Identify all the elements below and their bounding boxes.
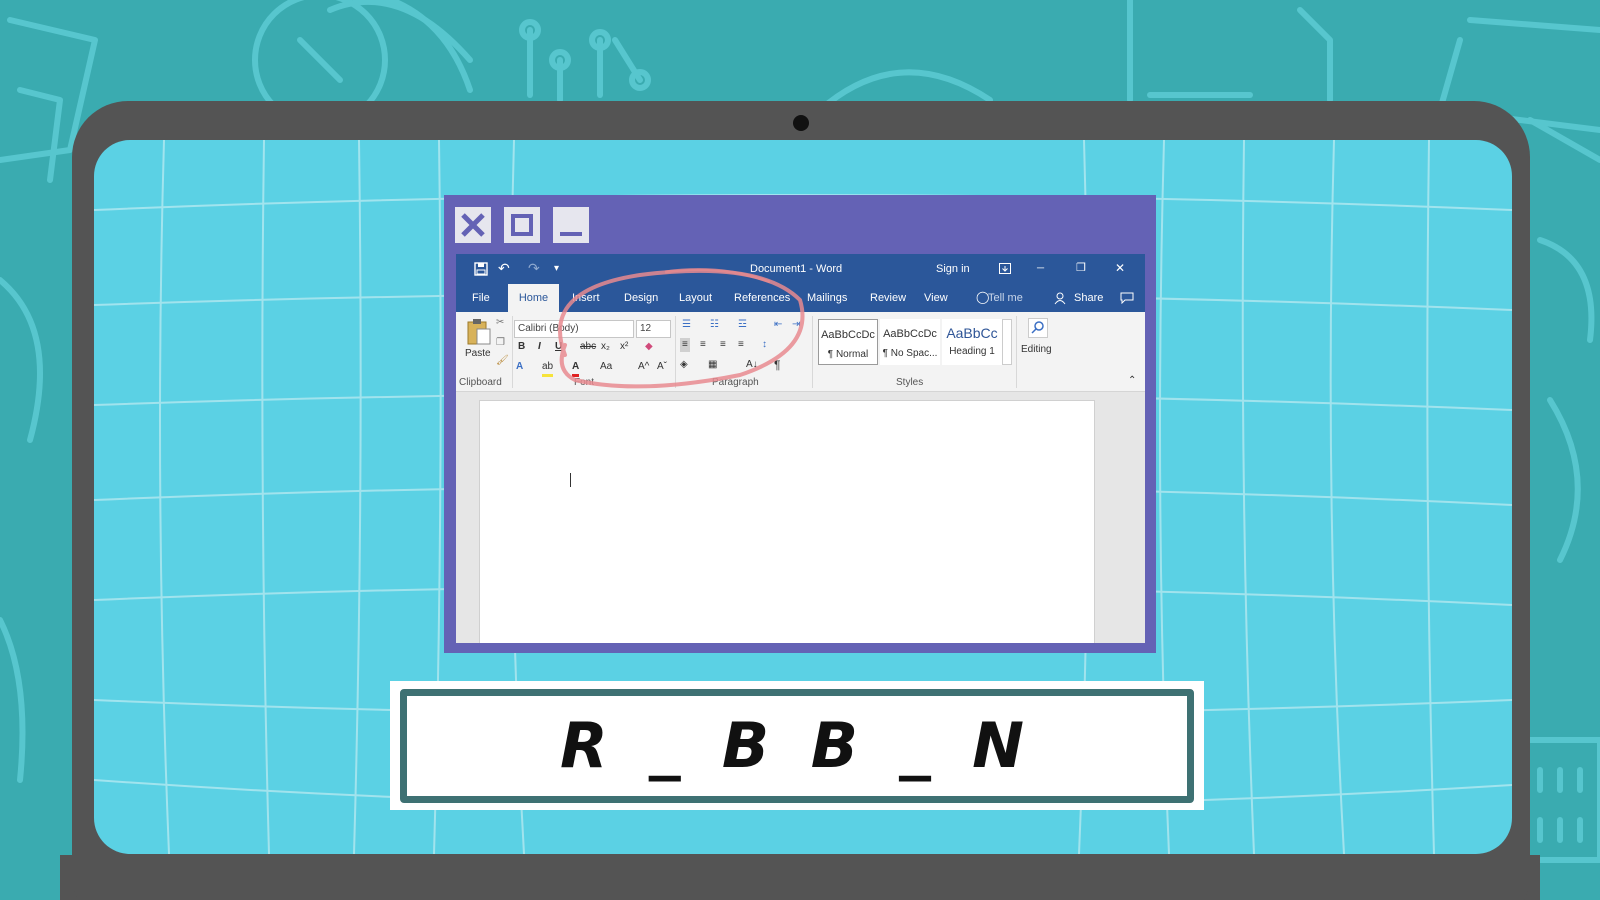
outer-maximize-button[interactable] [504,207,540,243]
collapse-ribbon-icon[interactable]: ⌃ [1128,374,1136,388]
webcam-icon [793,115,809,131]
tab-insert[interactable]: Insert [562,284,610,312]
word-restore-button[interactable]: ❐ [1076,261,1086,275]
sort-icon[interactable]: A↓ [746,358,758,372]
style-preview: AaBbCcDc [883,328,937,340]
outer-close-button[interactable] [455,207,491,243]
style-name: Heading 1 [949,346,995,357]
style-preview: AaBbCcDc [821,329,875,341]
underline-button[interactable]: U [555,340,562,354]
redo-icon[interactable]: ↷ [528,261,540,275]
text-effects-icon[interactable]: A [516,360,523,374]
format-painter-icon[interactable]: 🖌 [496,354,509,368]
home-ribbon: Paste ✂ ❐ 🖌 Clipboard Calibri (Body) 12 … [456,312,1145,392]
comments-icon[interactable] [1120,292,1134,304]
share-button[interactable]: Share [1064,284,1113,312]
word-titlebar: ↶ ↷ ▾ Document1 - Word Sign in ─ ❐ ✕ [456,254,1145,284]
copy-icon[interactable]: ❐ [496,336,505,350]
clipboard-group-label: Clipboard [459,377,502,388]
undo-icon[interactable]: ↶ [498,261,510,275]
tab-design[interactable]: Design [614,284,668,312]
tab-view[interactable]: View [914,284,958,312]
font-size-select[interactable]: 12 [636,320,671,338]
grow-font-button[interactable]: A^ [638,360,649,374]
styles-scrollbar[interactable] [1002,319,1012,365]
tab-mailings[interactable]: Mailings [797,284,857,312]
line-spacing-icon[interactable]: ↕ [762,338,767,352]
ribbon-tabs: File Home Insert Design Layout Reference… [456,284,1145,312]
italic-button[interactable]: I [538,340,541,354]
shading-icon[interactable]: ◈ [680,358,688,372]
clear-formatting-icon[interactable]: ◆ [645,340,653,354]
paragraph-group-label: Paragraph [712,377,759,388]
word-minimize-button[interactable]: ─ [1037,262,1044,276]
tab-review[interactable]: Review [860,284,916,312]
text-cursor [570,473,571,487]
outer-minimize-button[interactable] [553,207,589,243]
cut-icon[interactable]: ✂ [496,316,504,330]
editing-button[interactable]: Editing [1021,343,1052,357]
tab-home[interactable]: Home [508,284,559,312]
word-app-window: ↶ ↷ ▾ Document1 - Word Sign in ─ ❐ ✕ Fil… [456,254,1145,643]
ribbon-display-options-icon[interactable] [999,263,1011,274]
save-icon[interactable] [474,262,488,276]
style-heading-1[interactable]: AaBbCc Heading 1 [942,319,1002,365]
bullets-icon[interactable]: ☰ [682,318,691,332]
word-close-button[interactable]: ✕ [1115,261,1125,275]
maximize-icon [511,214,533,236]
style-name: ¶ Normal [827,349,869,360]
tab-file[interactable]: File [462,284,500,312]
tell-me-search[interactable]: Tell me [978,284,1033,312]
close-icon [461,213,485,237]
align-right-icon[interactable]: ≡ [720,338,726,352]
font-color-icon[interactable]: A [572,360,580,377]
group-separator [675,316,676,388]
subscript-button[interactable]: x₂ [601,340,610,354]
align-center-icon[interactable]: ≡ [700,338,706,352]
styles-group-label: Styles [896,377,924,388]
banner-puzzle-text: R _ B B _ N [559,709,1035,782]
font-group-label: Font [574,377,595,388]
style-name: ¶ No Spac... [882,348,938,359]
numbering-icon[interactable]: ☷ [710,318,719,332]
show-marks-button[interactable]: ¶ [774,358,780,372]
group-separator [812,316,813,388]
paste-button[interactable]: Paste [465,347,491,361]
search-icon[interactable] [1028,318,1048,338]
bold-button[interactable]: B [518,340,525,354]
font-name-select[interactable]: Calibri (Body) [514,320,634,338]
multilevel-list-icon[interactable]: ☲ [738,318,747,332]
tab-layout[interactable]: Layout [669,284,722,312]
highlight-icon[interactable]: ab [542,360,554,377]
document-title: Document1 - Word [750,263,843,275]
justify-icon[interactable]: ≡ [738,338,744,352]
sign-in-link[interactable]: Sign in [936,262,970,276]
decrease-indent-icon[interactable]: ⇤ [774,318,782,332]
borders-icon[interactable]: ▦ [708,358,717,372]
group-separator [512,316,513,388]
increase-indent-icon[interactable]: ⇥ [792,318,800,332]
style-no-spacing[interactable]: AaBbCcDc ¶ No Spac... [880,319,940,365]
align-left-icon[interactable]: ≡ [680,338,690,352]
minimize-icon [560,232,582,236]
customize-qat-icon[interactable]: ▾ [554,262,559,276]
style-normal[interactable]: AaBbCcDc ¶ Normal [818,319,878,365]
answer-banner: R _ B B _ N [390,681,1204,810]
style-preview: AaBbCc [946,325,998,341]
document-page[interactable] [479,400,1095,643]
shrink-font-button[interactable]: Aˇ [657,360,667,374]
tab-references[interactable]: References [724,284,800,312]
change-case-button[interactable]: Aa [600,360,612,374]
superscript-button[interactable]: x² [620,340,628,354]
group-separator [1016,316,1017,388]
strikethrough-button[interactable]: abc [580,340,596,354]
paste-icon[interactable] [466,318,492,346]
